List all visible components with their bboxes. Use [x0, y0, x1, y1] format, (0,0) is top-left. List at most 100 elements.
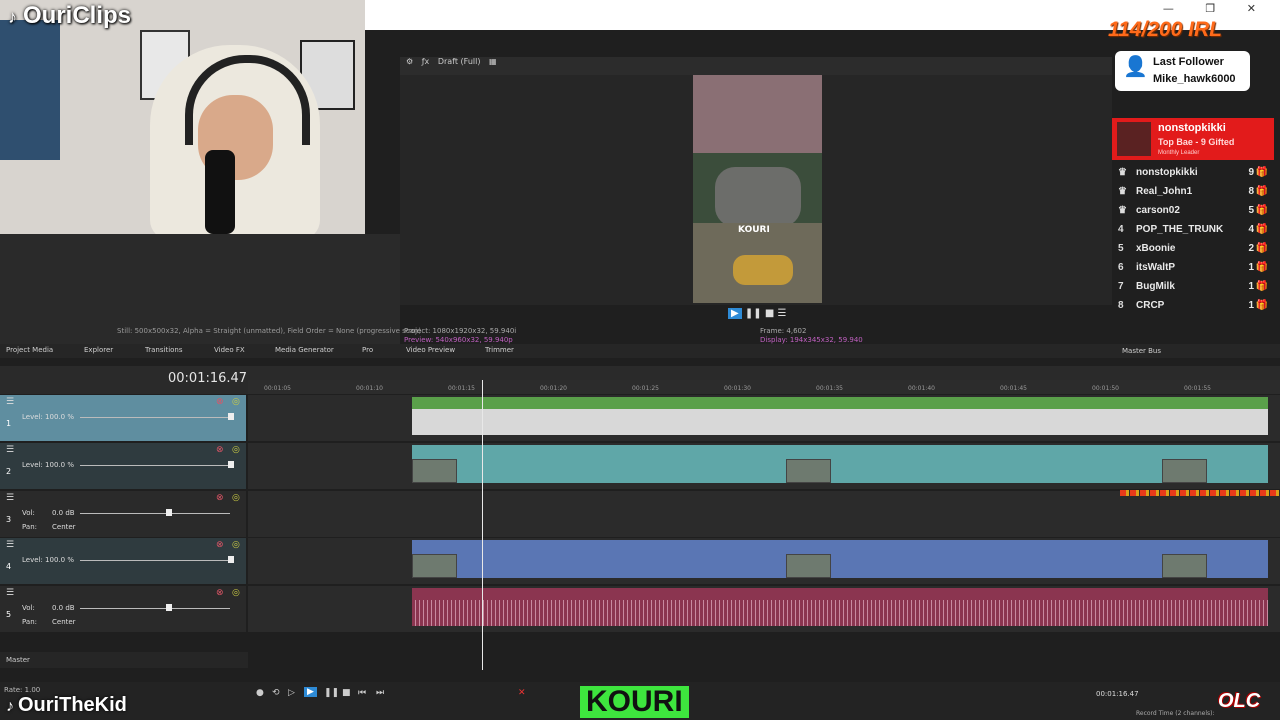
- close-icon[interactable]: ✕: [518, 688, 526, 698]
- composite-icon[interactable]: ◎: [232, 588, 240, 598]
- timeline-timecode: 00:01:16.47: [168, 371, 248, 386]
- leader-tag: Monthly Leader: [1158, 150, 1200, 156]
- leaderboard-rank: ♛: [1118, 186, 1127, 197]
- stop-icon[interactable]: ■: [765, 308, 774, 319]
- menu-icon[interactable]: ☰: [6, 588, 14, 598]
- menu-icon[interactable]: ☰: [6, 397, 14, 407]
- play-icon[interactable]: ▶: [304, 687, 317, 697]
- fx-icon[interactable]: ⊗: [216, 588, 224, 598]
- leaderboard-count: 4: [1248, 224, 1254, 235]
- track-header-2[interactable]: 2 Level: 100.0 % ⊗ ◎ ☰: [0, 443, 246, 489]
- playhead[interactable]: [482, 380, 483, 670]
- grid-icon[interactable]: ▦: [489, 57, 497, 66]
- ruler-tick: 00:01:30: [724, 385, 751, 392]
- preview-quality-dropdown[interactable]: Draft (Full): [438, 57, 481, 66]
- play-from-start-icon[interactable]: ▷: [288, 688, 295, 698]
- timeline-ruler[interactable]: 00:01:05 00:01:10 00:01:15 00:01:20 00:01:25…: [248, 380, 1280, 394]
- track-lane-3[interactable]: [248, 491, 1280, 537]
- composite-icon[interactable]: ◎: [232, 445, 240, 455]
- menu-icon[interactable]: ☰: [6, 445, 14, 455]
- pause-icon[interactable]: ❚❚: [324, 688, 339, 698]
- tab-explorer[interactable]: Explorer: [84, 346, 113, 354]
- menu-icon[interactable]: ☰: [777, 308, 786, 319]
- track-header-5[interactable]: 5 Vol: ⊗ ◎ ☰ 0.0 dB Pan: Center: [0, 586, 246, 632]
- leaderboard-row: 8 CRCP 1 🎁: [1118, 298, 1270, 316]
- leaderboard-user: CRCP: [1136, 300, 1165, 311]
- leader-name: nonstopkikki: [1158, 122, 1226, 134]
- timeline-clip[interactable]: [412, 397, 1268, 435]
- gift-icon: 🎁: [1255, 167, 1268, 178]
- window-controls[interactable]: — ❐ ✕: [1163, 2, 1270, 15]
- stop-icon[interactable]: ■: [342, 688, 351, 698]
- composite-icon[interactable]: ◎: [232, 540, 240, 550]
- next-icon[interactable]: ⏭: [376, 688, 384, 698]
- track-lane-4[interactable]: [248, 538, 1280, 584]
- tab-media-generator[interactable]: Media Generator: [275, 346, 334, 354]
- track-pan-value: Center: [52, 618, 76, 626]
- level-slider-knob[interactable]: [228, 556, 234, 563]
- timeline-clip[interactable]: [412, 540, 1268, 578]
- level-slider[interactable]: [80, 560, 230, 561]
- leader-sub: Top Bae - 9 Gifted: [1158, 137, 1235, 147]
- fx-icon[interactable]: ⊗: [216, 540, 224, 550]
- level-slider[interactable]: [80, 465, 230, 466]
- track-number: 4: [6, 562, 12, 571]
- master-bus-tab[interactable]: Master Bus: [1122, 347, 1161, 355]
- track-lane-1[interactable]: [248, 395, 1280, 441]
- track-header-4[interactable]: 4 Level: 100.0 % ⊗ ◎ ☰: [0, 538, 246, 584]
- track-level-label: Level: 100.0 %: [22, 413, 74, 421]
- panel-tabs: Project Media Explorer Transitions Video…: [0, 344, 1280, 358]
- gift-icon: 🎁: [1255, 262, 1268, 273]
- frame-top: [693, 75, 822, 153]
- fx-icon[interactable]: ⊗: [216, 445, 224, 455]
- composite-icon[interactable]: ◎: [232, 493, 240, 503]
- project-info: Project: 1080x1920x32, 59.940i Preview: …: [404, 327, 516, 345]
- prev-icon[interactable]: ⏮: [358, 688, 366, 698]
- volume-slider-knob[interactable]: [166, 509, 172, 516]
- track-lane-2[interactable]: [248, 443, 1280, 489]
- clip-thumbnail: [412, 554, 457, 578]
- play-icon[interactable]: ▶: [728, 308, 742, 319]
- timeline-clip[interactable]: [412, 445, 1268, 483]
- tab-trimmer[interactable]: Trimmer: [485, 346, 514, 354]
- tab-project-media[interactable]: Project Media: [6, 346, 53, 354]
- leaderboard-count: 8: [1248, 186, 1254, 197]
- ruler-tick: 00:01:25: [632, 385, 659, 392]
- volume-slider-knob[interactable]: [166, 604, 172, 611]
- track-lane-5[interactable]: [248, 586, 1280, 632]
- fx-icon[interactable]: ⊗: [216, 397, 224, 407]
- fx-icon[interactable]: ƒx: [422, 57, 430, 66]
- gift-icon: 🎁: [1255, 300, 1268, 311]
- ruler-tick: 00:01:45: [1000, 385, 1027, 392]
- tiktok-icon: ♪: [8, 7, 17, 27]
- still-info: Still: 500x500x32, Alpha = Straight (unm…: [117, 327, 422, 335]
- leader-avatar: [1117, 122, 1151, 156]
- composite-icon[interactable]: ◎: [232, 397, 240, 407]
- timeline-clip[interactable]: [412, 588, 1268, 626]
- tab-video-fx[interactable]: Video FX: [214, 346, 245, 354]
- track-header-1[interactable]: 1 Level: 100.0 % ⊗ ◎ ☰: [0, 395, 246, 441]
- tab-video-preview[interactable]: Video Preview: [406, 346, 455, 354]
- volume-slider[interactable]: [80, 608, 230, 609]
- leaderboard-user: BugMilk: [1136, 281, 1175, 292]
- level-slider-knob[interactable]: [228, 413, 234, 420]
- brand-top-text: OuriClips: [23, 2, 132, 29]
- loop-icon[interactable]: ⟲: [272, 688, 280, 698]
- level-slider-knob[interactable]: [228, 461, 234, 468]
- pause-icon[interactable]: ❚❚: [745, 308, 762, 319]
- tab-pro[interactable]: Pro: [362, 346, 373, 354]
- menu-icon[interactable]: ☰: [6, 493, 14, 503]
- brand-top: ♪ OuriClips: [8, 2, 131, 30]
- frame-logo: KOURI: [738, 225, 770, 235]
- track-header-3[interactable]: 3 Vol: ⊗ ◎ ☰ 0.0 dB Pan: Center: [0, 491, 246, 537]
- menu-icon[interactable]: ☰: [6, 540, 14, 550]
- clip-thumbnail: [786, 554, 831, 578]
- leaderboard-count: 2: [1248, 243, 1254, 254]
- fx-icon[interactable]: ⊗: [216, 493, 224, 503]
- tab-transitions[interactable]: Transitions: [145, 346, 183, 354]
- volume-slider[interactable]: [80, 513, 230, 514]
- level-slider[interactable]: [80, 417, 230, 418]
- gear-icon[interactable]: ⚙: [406, 57, 413, 66]
- record-icon[interactable]: ●: [256, 688, 264, 698]
- last-follower-title: Last Follower: [1153, 56, 1224, 68]
